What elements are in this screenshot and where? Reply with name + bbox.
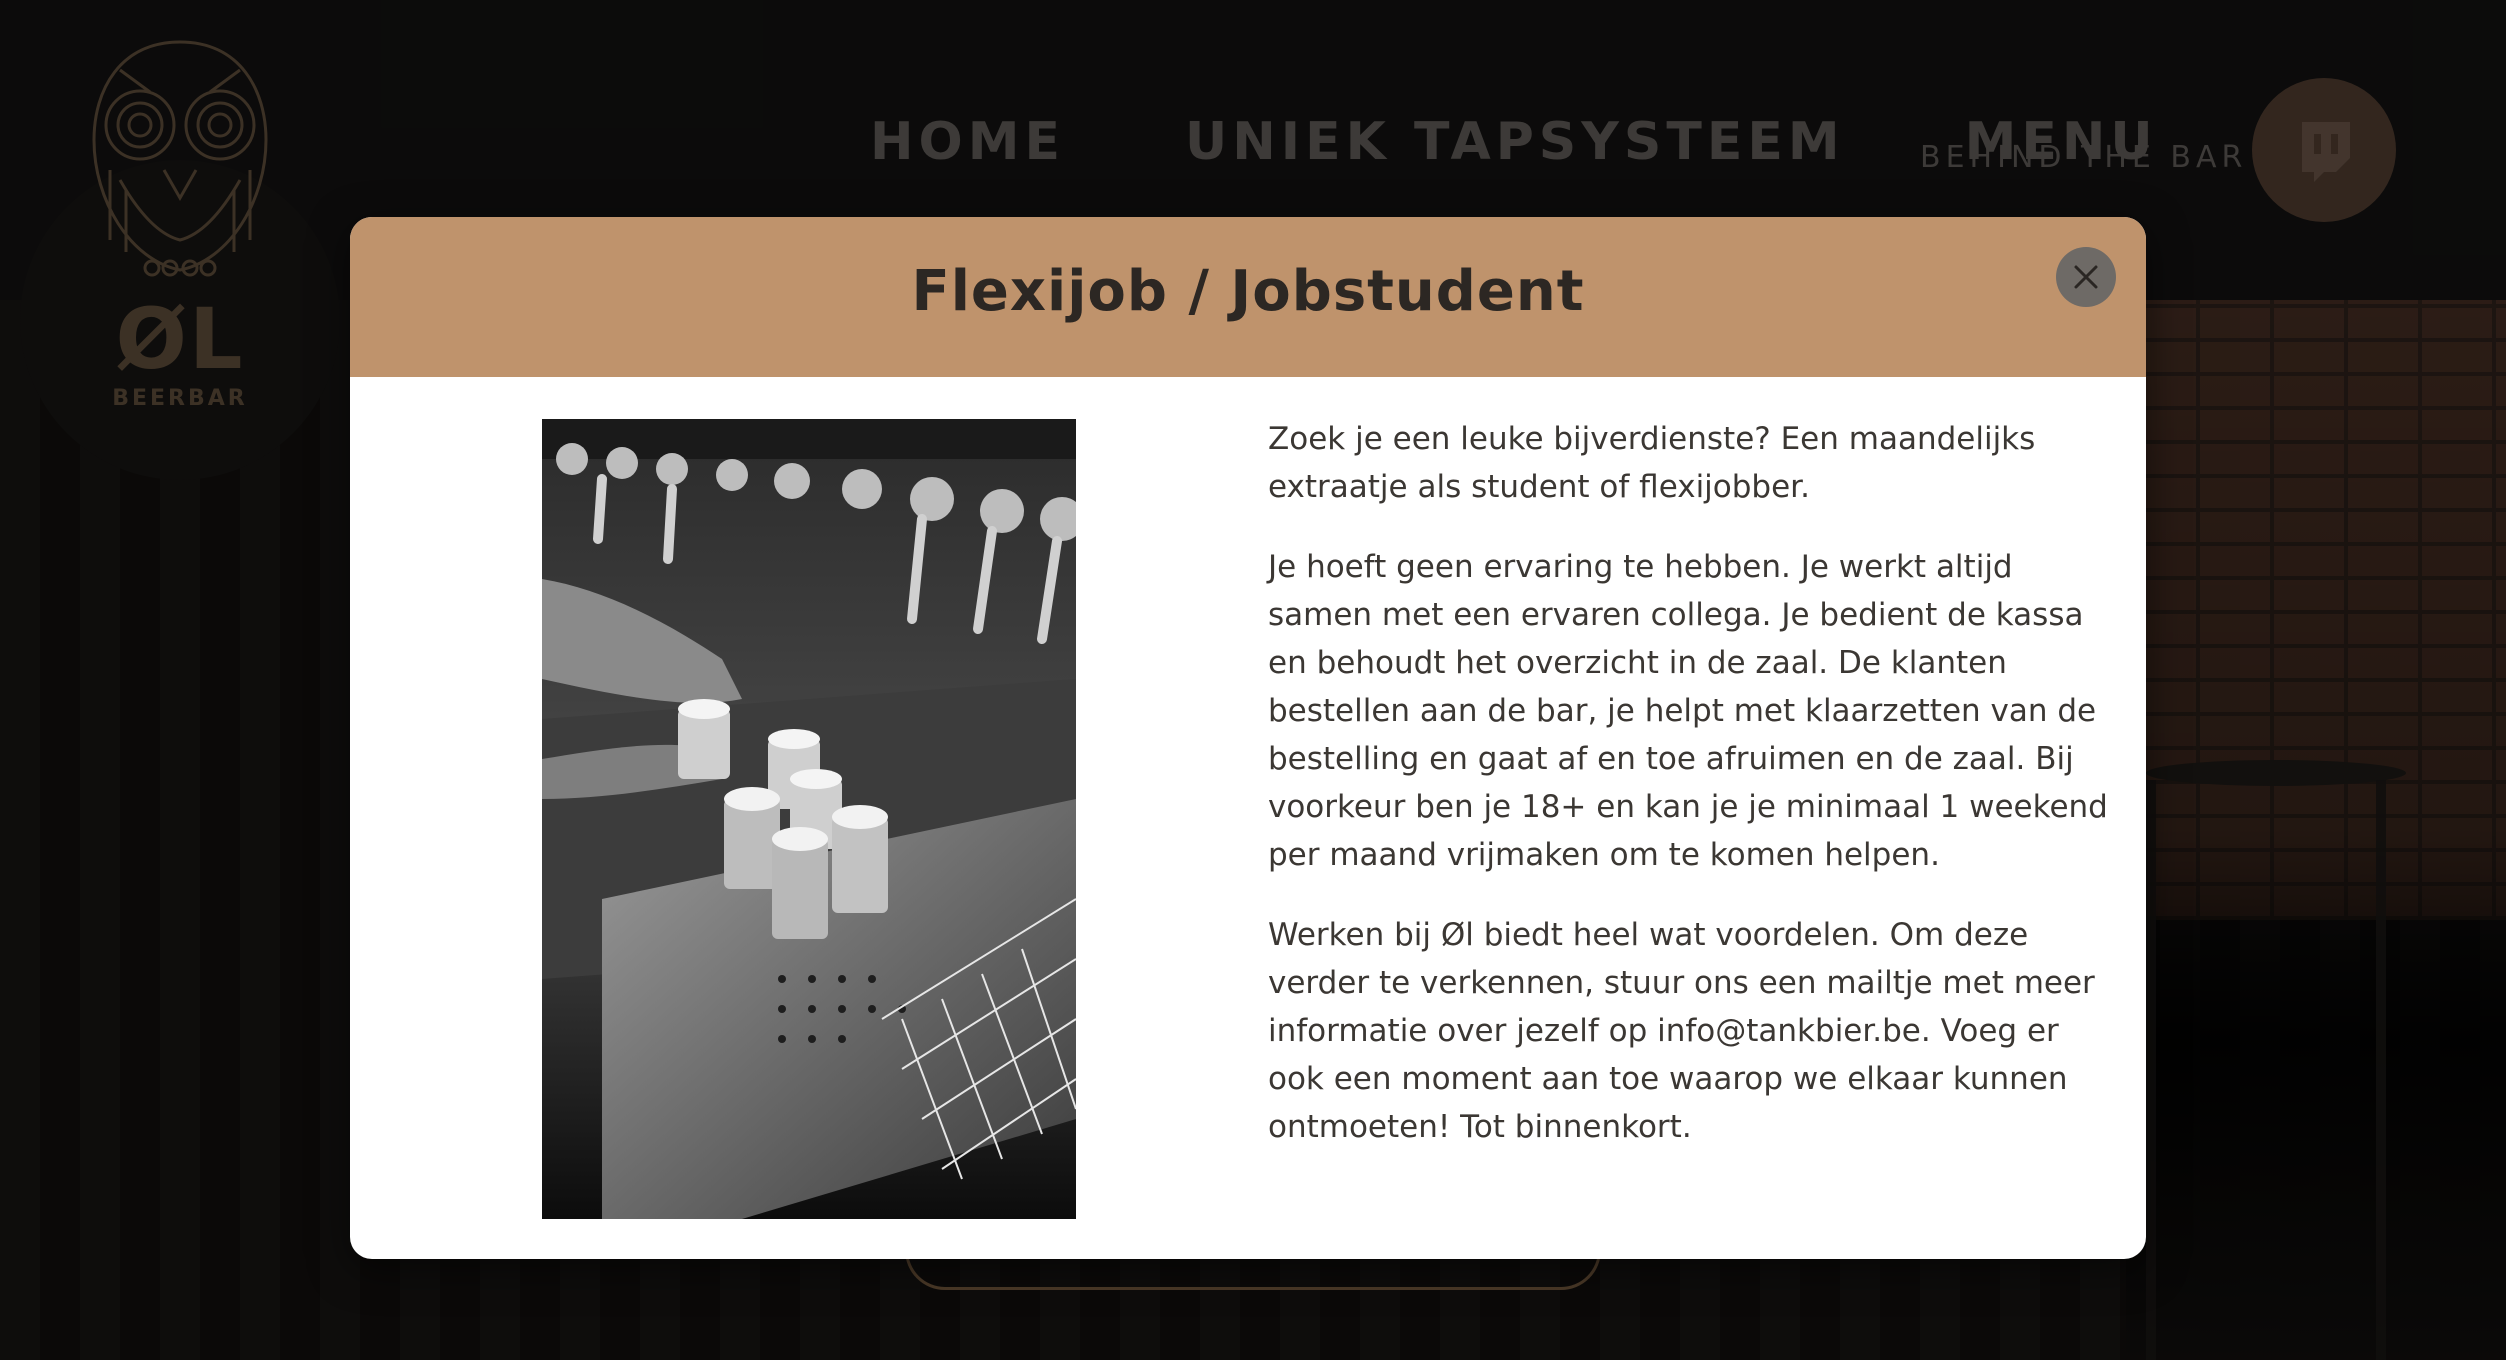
paragraph-contact: Werken bij Øl biedt heel wat voordelen. … (1268, 917, 2095, 1145)
page: ØL BEERBAR HOME UNIEK TAPSYSTEEM MENU BE… (0, 0, 2506, 1360)
beer-tap-photo (542, 419, 1084, 1219)
close-icon (2074, 265, 2098, 289)
close-button[interactable] (2056, 247, 2116, 307)
paragraph-details: Je hoeft geen ervaring te hebben. Je wer… (1268, 549, 2108, 873)
modal-title: Flexijob / Jobstudent (911, 259, 1585, 324)
modal-body: Zoek je een leuke bijverdienste? Een maa… (1268, 415, 2118, 1183)
job-modal: Flexijob / Jobstudent Zoek je een leuke … (350, 217, 2146, 1259)
modal-header: Flexijob / Jobstudent (350, 217, 2146, 377)
paragraph-intro: Zoek je een leuke bijverdienste? Een maa… (1268, 421, 2036, 505)
